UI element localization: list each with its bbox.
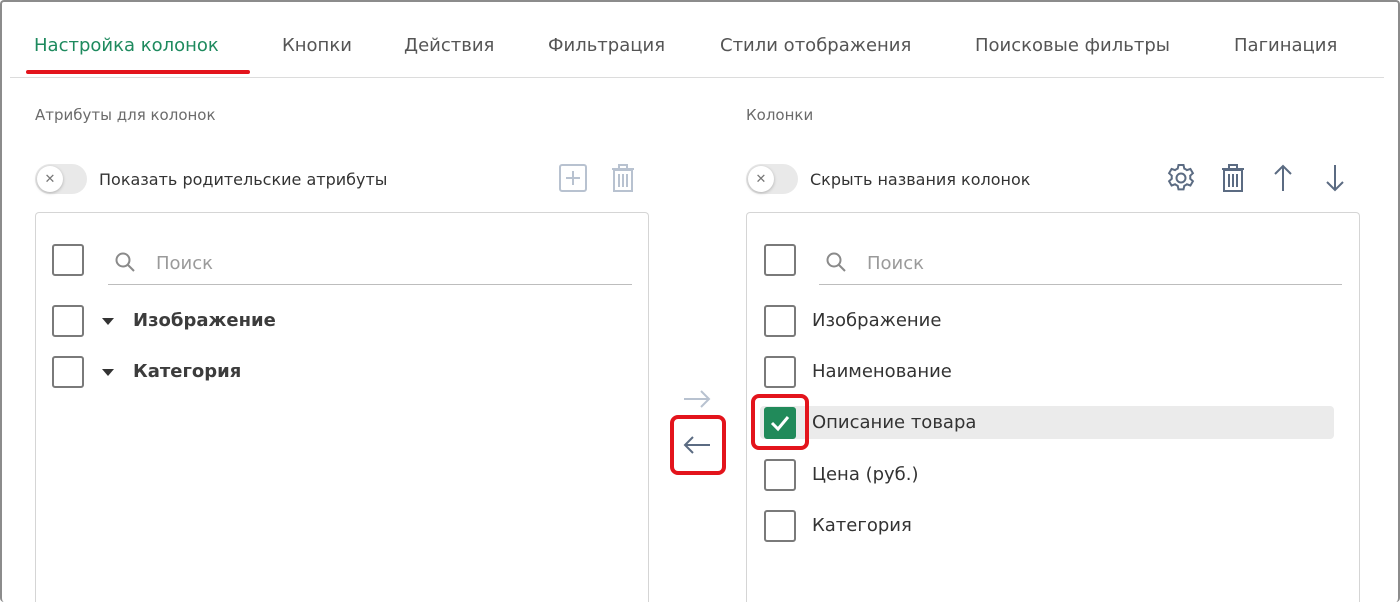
tab-buttons[interactable]: Кнопки bbox=[282, 35, 352, 56]
trash-icon[interactable] bbox=[606, 161, 640, 195]
column-label-category: Категория bbox=[812, 515, 912, 536]
attribute-checkbox-category[interactable] bbox=[52, 356, 84, 388]
column-label-image: Изображение bbox=[812, 310, 942, 331]
gear-icon[interactable] bbox=[1164, 161, 1198, 195]
search-icon bbox=[115, 252, 135, 272]
search-icon bbox=[826, 252, 846, 272]
trash-icon[interactable] bbox=[1216, 161, 1250, 195]
move-left-button[interactable] bbox=[677, 427, 717, 463]
left-section-title: Атрибуты для колонок bbox=[35, 106, 216, 124]
column-checkbox-image[interactable] bbox=[764, 305, 796, 337]
attribute-checkbox-image[interactable] bbox=[52, 305, 84, 337]
toggle-off-icon: ✕ bbox=[748, 166, 774, 192]
hide-column-names-label: Скрыть названия колонок bbox=[810, 170, 1031, 189]
attributes-search-input[interactable] bbox=[156, 247, 456, 279]
checkmark-icon bbox=[770, 416, 790, 432]
tab-actions[interactable]: Действия bbox=[404, 35, 494, 56]
select-all-attributes-checkbox[interactable] bbox=[52, 244, 84, 276]
attribute-label-image: Изображение bbox=[133, 310, 276, 331]
column-checkbox-category[interactable] bbox=[764, 510, 796, 542]
tab-display-styles[interactable]: Стили отображения bbox=[720, 35, 911, 56]
right-section-title: Колонки bbox=[746, 106, 814, 124]
column-checkbox-price[interactable] bbox=[764, 459, 796, 491]
columns-search-input[interactable] bbox=[867, 247, 1167, 279]
caret-down-icon[interactable] bbox=[102, 369, 114, 376]
tab-bar: Настройка колонок Кнопки Действия Фильтр… bbox=[10, 26, 1384, 78]
column-checkbox-name[interactable] bbox=[764, 356, 796, 388]
attribute-label-category: Категория bbox=[133, 361, 242, 382]
show-parent-attributes-label: Показать родительские атрибуты bbox=[99, 170, 388, 189]
hide-column-names-toggle[interactable]: ✕ bbox=[746, 164, 798, 194]
column-label-description: Описание товара bbox=[812, 412, 977, 433]
active-tab-indicator bbox=[26, 70, 250, 74]
tab-search-filters[interactable]: Поисковые фильтры bbox=[975, 35, 1170, 56]
column-label-name: Наименование bbox=[812, 361, 952, 382]
tab-columns-settings[interactable]: Настройка колонок bbox=[34, 35, 219, 56]
toggle-off-icon: ✕ bbox=[37, 166, 63, 192]
arrow-up-icon[interactable] bbox=[1266, 161, 1300, 195]
arrow-left-icon bbox=[683, 436, 710, 454]
column-checkbox-description[interactable] bbox=[764, 407, 796, 439]
select-all-columns-checkbox[interactable] bbox=[764, 244, 796, 276]
arrow-down-icon[interactable] bbox=[1318, 161, 1352, 195]
attributes-search bbox=[108, 243, 632, 285]
tab-filtering[interactable]: Фильтрация bbox=[548, 35, 665, 56]
column-label-price: Цена (руб.) bbox=[812, 464, 919, 485]
move-right-button[interactable] bbox=[677, 381, 717, 417]
caret-down-icon[interactable] bbox=[102, 318, 114, 325]
tab-pagination[interactable]: Пагинация bbox=[1234, 35, 1337, 56]
columns-search bbox=[819, 243, 1342, 285]
show-parent-attributes-toggle[interactable]: ✕ bbox=[35, 164, 87, 194]
add-icon[interactable] bbox=[556, 161, 590, 195]
arrow-right-icon bbox=[684, 390, 711, 408]
